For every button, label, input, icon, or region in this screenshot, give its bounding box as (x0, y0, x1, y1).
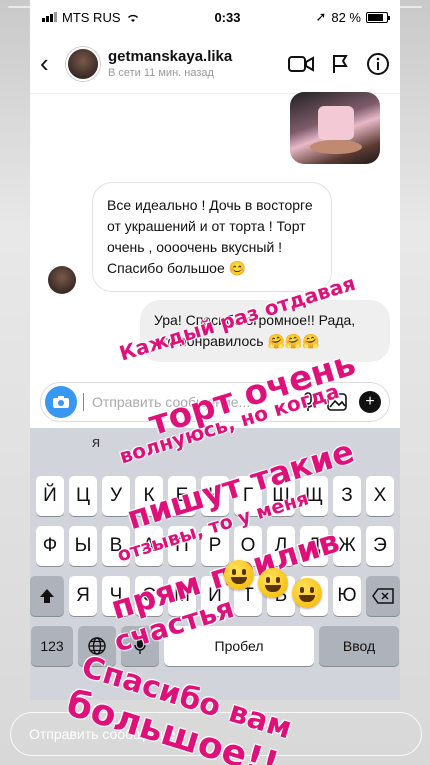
key-r3-7[interactable]: Ь (267, 576, 295, 616)
globe-icon[interactable] (78, 626, 116, 666)
key-r2-3[interactable]: В (102, 526, 130, 566)
info-icon[interactable] (366, 52, 390, 76)
story-reply-input[interactable]: Отправить сообщение (10, 712, 422, 756)
wifi-icon (127, 14, 138, 22)
key-r1-9[interactable]: Щ (300, 476, 328, 516)
delete-key[interactable] (366, 576, 400, 616)
key-r1-11[interactable]: Х (366, 476, 394, 516)
key-r1-3[interactable]: У (102, 476, 130, 516)
status-bar: MTS RUS 0:33 ➚ 82 % (30, 0, 400, 34)
carrier: MTS RUS (62, 9, 121, 25)
key-r1-1[interactable]: Й (36, 476, 64, 516)
enter-key[interactable]: Ввод (319, 626, 399, 666)
key-r2-9[interactable]: Д (300, 526, 328, 566)
key-r2-7[interactable]: О (234, 526, 262, 566)
key-r3-3[interactable]: С (135, 576, 163, 616)
last-seen: В сети 11 мин. назад (108, 67, 214, 79)
outgoing-message: Ура! Спасибо огромное!! Рада, что понрав… (140, 300, 390, 362)
key-r3-2[interactable]: Ч (102, 576, 130, 616)
key-r2-6[interactable]: Р (201, 526, 229, 566)
numbers-key[interactable]: 123 (31, 626, 73, 666)
message-input[interactable]: Отправить сообщение... (84, 394, 301, 410)
location-icon: ➚ (315, 9, 327, 24)
message-list: Все идеально ! Дочь в восторге от украше… (30, 92, 400, 384)
key-r1-5[interactable]: Е (168, 476, 196, 516)
key-r2-5[interactable]: П (168, 526, 196, 566)
back-icon[interactable]: ‹ (40, 48, 66, 79)
key-r1-10[interactable]: З (333, 476, 361, 516)
shift-key[interactable] (30, 576, 64, 616)
signal-icon (42, 12, 57, 22)
key-r1-7[interactable]: Г (234, 476, 262, 516)
message-composer[interactable]: Отправить сообщение... + (40, 382, 390, 422)
sender-avatar (48, 266, 76, 294)
clock: 0:33 (214, 9, 241, 25)
key-r1-4[interactable]: К (135, 476, 163, 516)
key-r2-10[interactable]: Ж (333, 526, 361, 566)
story-frame: MTS RUS 0:33 ➚ 82 % ‹ getmanskaya.lika В… (0, 0, 430, 765)
avatar[interactable] (66, 46, 100, 81)
key-r2-8[interactable]: Л (267, 526, 295, 566)
battery-icon (365, 11, 390, 23)
keyboard-row-2: ФЫВАПРОЛДЖЭ (30, 526, 400, 566)
key-r2-2[interactable]: Ы (69, 526, 97, 566)
key-r3-5[interactable]: И (201, 576, 229, 616)
key-r1-8[interactable]: Ш (267, 476, 295, 516)
screenshot: MTS RUS 0:33 ➚ 82 % ‹ getmanskaya.lika В… (30, 0, 400, 700)
key-r3-1[interactable]: Я (69, 576, 97, 616)
incoming-message: Все идеально ! Дочь в восторге от украше… (92, 182, 332, 292)
keyboard: я ЙЦУКЕНГШЩЗХ ФЫВАПРОЛДЖЭ ЯЧСМИТЬБЮ 123 (30, 428, 400, 700)
username[interactable]: getmanskaya.lika (108, 48, 288, 65)
microphone-icon[interactable] (301, 392, 315, 412)
key-r2-4[interactable]: А (135, 526, 163, 566)
gallery-icon[interactable] (327, 393, 347, 411)
flag-icon[interactable] (332, 54, 348, 74)
key-r1-6[interactable]: Н (201, 476, 229, 516)
keyboard-row-4: 123 Пробел Ввод (30, 626, 400, 666)
key-r3-4[interactable]: М (168, 576, 196, 616)
key-r2-1[interactable]: Ф (36, 526, 64, 566)
key-r1-2[interactable]: Ц (69, 476, 97, 516)
cake-photo-message[interactable] (290, 92, 380, 164)
video-call-icon[interactable] (288, 55, 314, 73)
dictation-icon[interactable] (121, 626, 159, 666)
camera-icon[interactable] (45, 386, 77, 418)
suggestion[interactable]: я (92, 434, 100, 466)
key-r3-9[interactable]: Ю (333, 576, 361, 616)
key-r3-6[interactable]: Т (234, 576, 262, 616)
add-icon[interactable]: + (359, 391, 381, 413)
chat-header: ‹ getmanskaya.lika В сети 11 мин. назад (30, 34, 400, 94)
battery-percent: 82 % (331, 9, 361, 25)
key-r3-8[interactable]: Б (300, 576, 328, 616)
key-r2-11[interactable]: Э (366, 526, 394, 566)
space-key[interactable]: Пробел (164, 626, 314, 666)
keyboard-row-3: ЯЧСМИТЬБЮ (30, 576, 400, 616)
keyboard-row-1: ЙЦУКЕНГШЩЗХ (30, 476, 400, 516)
